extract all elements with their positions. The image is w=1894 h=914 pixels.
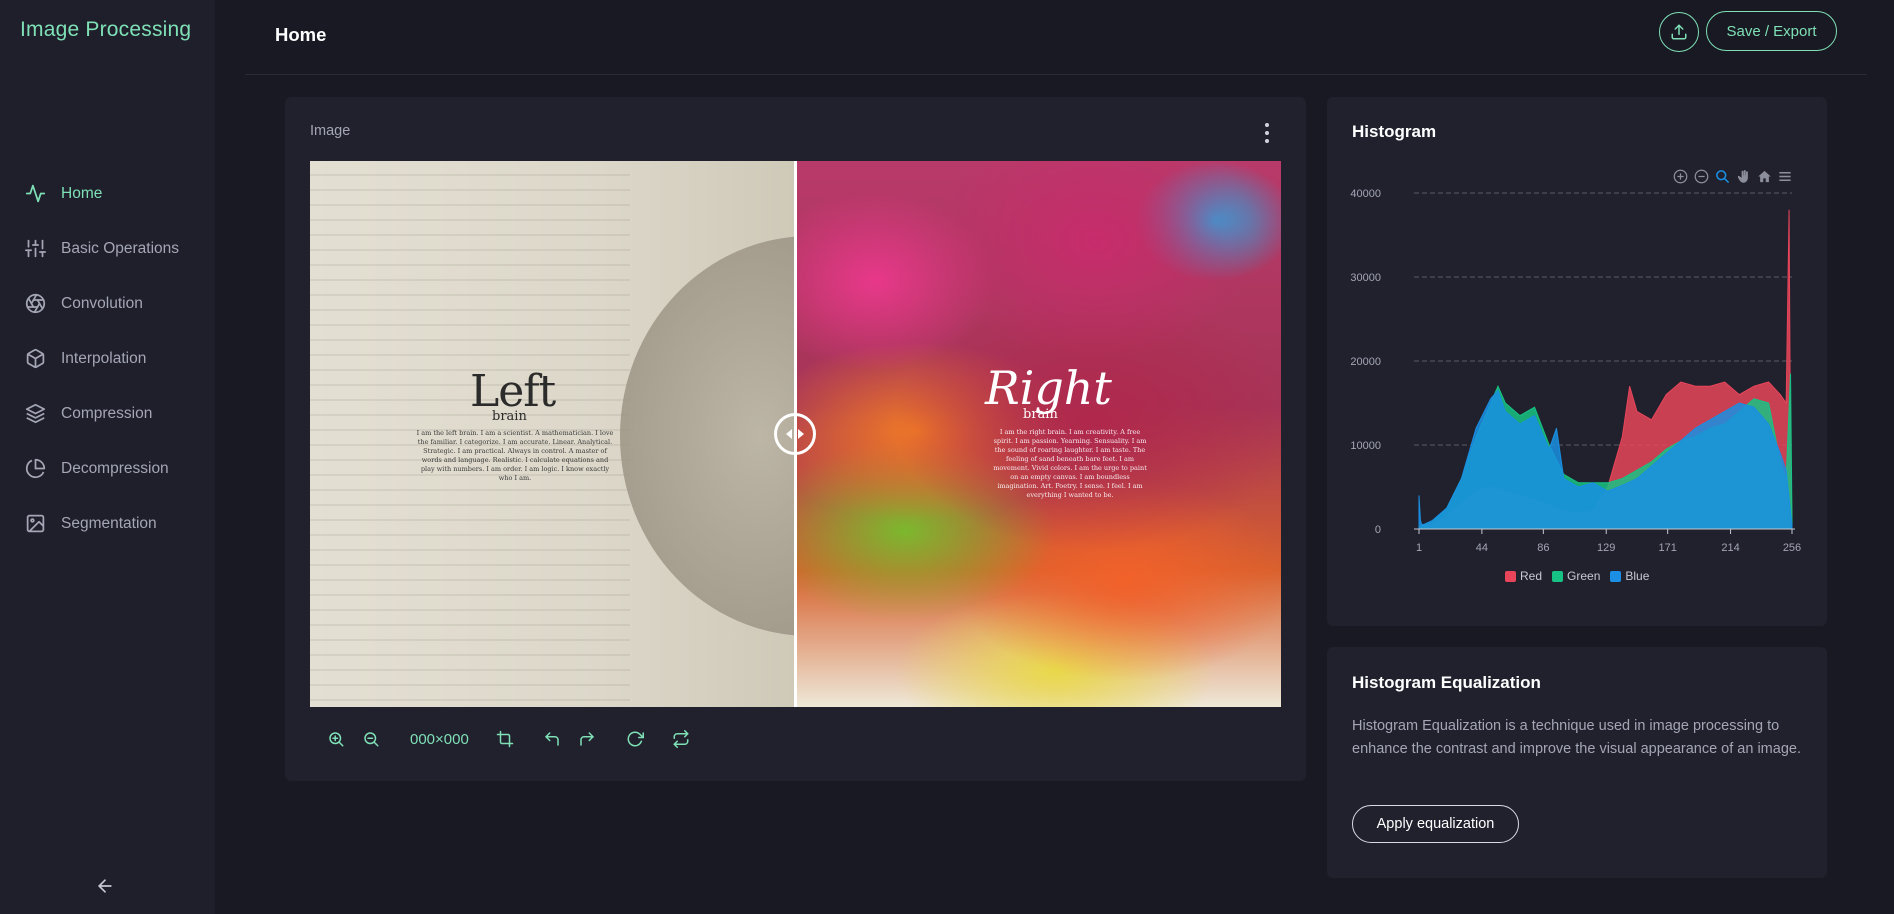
zoom-in-button[interactable] <box>325 728 347 750</box>
x-tick-label: 44 <box>1476 542 1488 554</box>
save-export-button[interactable]: Save / Export <box>1706 11 1837 51</box>
x-tick-label: 86 <box>1537 542 1549 554</box>
sidebar-item-label: Segmentation <box>61 514 157 532</box>
rotate-button[interactable] <box>624 728 646 750</box>
legend-label-green: Green <box>1567 569 1601 583</box>
equalization-description: Histogram Equalization is a technique us… <box>1352 718 1801 757</box>
collapse-sidebar-button[interactable] <box>92 873 118 899</box>
more-vertical-icon[interactable] <box>1259 121 1275 145</box>
layers-icon <box>24 403 46 425</box>
zoom-out-icon <box>364 732 379 747</box>
sidebar-item-decompression[interactable]: Decompression <box>0 441 215 496</box>
upload-icon <box>1671 24 1687 40</box>
chart-legend: Red Green Blue <box>1505 569 1659 583</box>
crop-icon <box>496 730 514 748</box>
legend-swatch-red <box>1505 570 1516 582</box>
image-icon <box>24 513 46 535</box>
sidebar-item-convolution[interactable]: Convolution <box>0 276 215 331</box>
series-area-blue <box>1418 389 1793 530</box>
legend-item-green[interactable]: Green <box>1552 569 1600 583</box>
rotate-icon <box>627 731 644 747</box>
y-tick-label: 20000 <box>1350 356 1381 368</box>
image-toolbar: 000×000 <box>325 724 692 754</box>
sliders-icon <box>24 238 46 260</box>
sidebar-item-home[interactable]: Home <box>0 166 215 221</box>
redo-button[interactable] <box>576 728 598 750</box>
histogram-equalization-card: Histogram Equalization Histogram Equaliz… <box>1327 647 1827 878</box>
sidebar-item-label: Home <box>61 184 103 202</box>
image-dimensions: 000×000 <box>410 730 469 748</box>
app-title[interactable]: Image Processing <box>20 18 191 42</box>
aperture-icon <box>24 293 46 315</box>
left-brain-subtitle: brain <box>492 409 527 424</box>
image-card: Image Left brain I am the left brain. I … <box>285 97 1306 781</box>
sidebar-item-basic-operations[interactable]: Basic Operations <box>0 221 215 276</box>
y-tick-label: 30000 <box>1350 272 1381 284</box>
right-brain-text: I am the right brain. I am creativity. A… <box>993 428 1147 499</box>
x-tick-label: 256 <box>1783 542 1801 554</box>
sidebar-item-label: Convolution <box>61 294 143 312</box>
top-header: Home Save / Export <box>245 0 1867 75</box>
page-title: Home <box>275 24 327 45</box>
y-tick-label: 10000 <box>1350 440 1381 452</box>
legend-swatch-blue <box>1610 570 1622 582</box>
legend-label-blue: Blue <box>1625 569 1650 583</box>
flip-button[interactable] <box>670 728 692 750</box>
equalization-title: Histogram Equalization <box>1352 673 1541 692</box>
legend-item-red[interactable]: Red <box>1505 569 1542 583</box>
processed-image: Right brain I am the right brain. I am c… <box>795 161 1281 707</box>
apply-equalization-button[interactable]: Apply equalization <box>1352 805 1519 843</box>
histogram-card: Histogram 0 10000 20000 30000 40000 1 44 86 129 1… <box>1327 97 1827 626</box>
y-tick-label: 0 <box>1375 524 1381 536</box>
x-tick-label: 214 <box>1721 542 1739 554</box>
activity-icon <box>24 183 46 205</box>
sidebar-item-label: Interpolation <box>61 349 147 367</box>
zoom-in-icon <box>329 732 344 747</box>
flip-icon <box>673 730 689 748</box>
sidebar: Image Processing Home Basic Operations C… <box>0 0 215 914</box>
upload-button[interactable] <box>1659 12 1699 52</box>
pie-chart-icon <box>24 458 46 480</box>
original-image: Left brain I am the left brain. I am a s… <box>310 161 820 707</box>
box-icon <box>24 348 46 370</box>
x-tick-label: 171 <box>1658 542 1676 554</box>
sidebar-item-label: Basic Operations <box>61 239 180 257</box>
crop-button[interactable] <box>494 728 516 750</box>
zoom-out-button[interactable] <box>360 728 382 750</box>
legend-label-red: Red <box>1520 569 1543 583</box>
sidebar-item-label: Compression <box>61 404 153 422</box>
x-tick-label: 129 <box>1597 542 1615 554</box>
y-tick-label: 40000 <box>1350 188 1381 200</box>
undo-icon <box>545 732 559 746</box>
redo-icon <box>580 732 594 746</box>
legend-swatch-green <box>1552 570 1564 582</box>
right-brain-subtitle: brain <box>1023 407 1058 422</box>
sidebar-item-label: Decompression <box>61 459 169 477</box>
histogram-chart[interactable]: 0 10000 20000 30000 40000 1 44 86 129 171 214 256 <box>1327 97 1827 626</box>
sidebar-nav: Home Basic Operations Convolution Interp… <box>0 166 215 551</box>
image-card-label: Image <box>310 123 351 139</box>
arrow-left-icon <box>98 879 112 893</box>
undo-button[interactable] <box>541 728 563 750</box>
sidebar-item-segmentation[interactable]: Segmentation <box>0 496 215 551</box>
legend-item-blue[interactable]: Blue <box>1610 569 1649 583</box>
drag-arrows-icon <box>786 429 804 439</box>
sidebar-item-compression[interactable]: Compression <box>0 386 215 441</box>
image-compare-viewer[interactable]: Left brain I am the left brain. I am a s… <box>310 161 1281 707</box>
sidebar-item-interpolation[interactable]: Interpolation <box>0 331 215 386</box>
left-brain-text: I am the left brain. I am a scientist. A… <box>416 429 614 482</box>
x-tick-label: 1 <box>1416 542 1422 554</box>
compare-slider-handle[interactable] <box>774 413 816 455</box>
